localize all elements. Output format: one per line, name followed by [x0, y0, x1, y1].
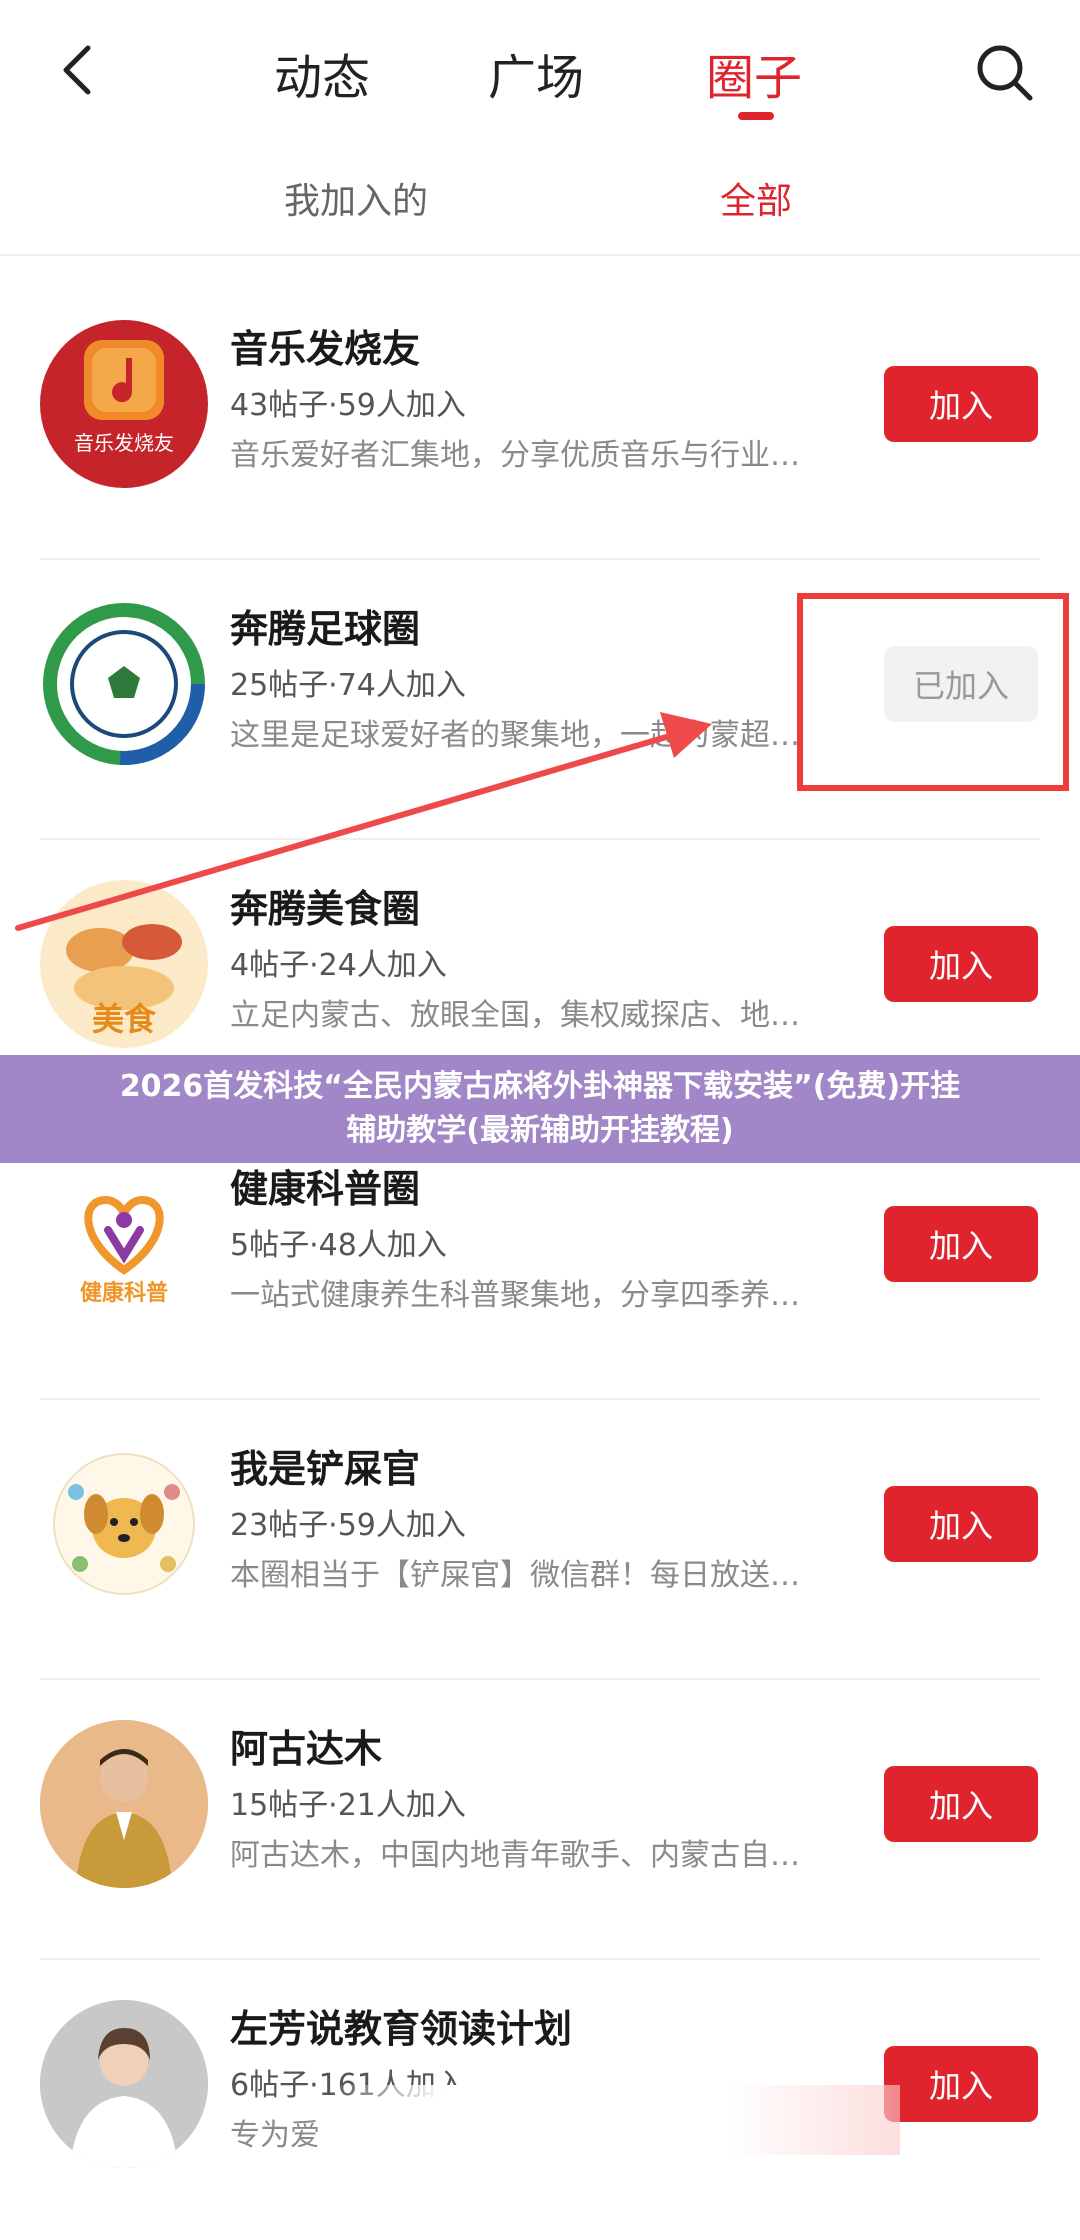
circle-stats: 15帖子·21人加入: [230, 1788, 466, 1823]
pet-dog-icon: [53, 1453, 195, 1595]
svg-text:音乐发烧友: 音乐发烧友: [74, 431, 174, 455]
banner-line-2: 辅助教学(最新辅助开挂教程): [346, 1113, 734, 1148]
circle-name: 健康科普圈: [230, 1167, 421, 1211]
circle-description: 阿古达木，中国内地青年歌手、内蒙古自…: [230, 1838, 800, 1873]
circle-stats: 25帖子·74人加入: [230, 668, 466, 703]
blur-overlay: [330, 2085, 900, 2155]
circle-description: 音乐爱好者汇集地，分享优质音乐与行业…: [230, 438, 800, 473]
subtab-joined[interactable]: 我加入的: [284, 172, 428, 224]
circle-description: 本圈相当于【铲屎官】微信群！每日放送…: [230, 1558, 800, 1593]
circle-name: 我是铲屎官: [230, 1447, 421, 1491]
circle-stats: 23帖子·59人加入: [230, 1508, 466, 1543]
person-photo-icon: [40, 1720, 208, 1888]
highlight-box: [797, 593, 1069, 791]
list-item[interactable]: 音乐发烧友 音乐发烧友 43帖子·59人加入 音乐爱好者汇集地，分享优质音乐与行…: [0, 280, 1080, 560]
circle-stats: 43帖子·59人加入: [230, 388, 466, 423]
join-button[interactable]: 加入: [884, 1206, 1038, 1282]
search-icon[interactable]: [972, 40, 1036, 104]
svg-text:健康科普: 健康科普: [80, 1280, 168, 1306]
avatar: [40, 1720, 208, 1888]
join-button[interactable]: 加入: [884, 1486, 1038, 1562]
banner-line-1: 2026首发科技“全民内蒙古麻将外卦神器下载安装”(免费)开挂: [119, 1069, 961, 1104]
top-bar: 动态 广场 圈子: [0, 0, 1080, 130]
circle-name: 阿古达木: [230, 1727, 383, 1771]
tab-dynamics[interactable]: 动态: [274, 38, 370, 108]
health-icon: 健康科普: [80, 1195, 168, 1306]
music-note-icon: 音乐发烧友: [74, 340, 174, 455]
promo-banner: 2026首发科技“全民内蒙古麻将外卦神器下载安装”(免费)开挂 辅助教学(最新辅…: [0, 1055, 1080, 1163]
active-tab-indicator: [738, 112, 774, 120]
circle-name: 左芳说教育领读计划: [230, 2007, 573, 2051]
header-divider: [0, 254, 1080, 256]
avatar: [40, 1440, 208, 1608]
person-photo-icon: [40, 2000, 208, 2168]
annotation-arrow-icon: [15, 712, 712, 931]
circle-name: 音乐发烧友: [230, 327, 421, 371]
list-item[interactable]: 我是铲屎官 23帖子·59人加入 本圈相当于【铲屎官】微信群！每日放送… 加入: [0, 1400, 1080, 1680]
avatar: 健康科普: [40, 1160, 208, 1328]
join-button[interactable]: 加入: [884, 2046, 1038, 2122]
circle-stats: 5帖子·48人加入: [230, 1228, 447, 1263]
list-item[interactable]: 阿古达木 15帖子·21人加入 阿古达木，中国内地青年歌手、内蒙古自… 加入: [0, 1680, 1080, 1960]
avatar: [40, 2000, 208, 2168]
circle-description: 立足内蒙古、放眼全国，集权威探店、地…: [230, 998, 800, 1033]
back-arrow-icon[interactable]: [50, 40, 110, 100]
circle-name: 奔腾足球圈: [230, 607, 421, 651]
join-button[interactable]: 加入: [884, 926, 1038, 1002]
tab-circles[interactable]: 圈子: [706, 38, 802, 108]
circle-description: 一站式健康养生科普聚集地，分享四季养…: [230, 1278, 800, 1313]
sub-tabs: 我加入的 全部: [0, 150, 1080, 254]
svg-text:美食: 美食: [92, 1000, 157, 1038]
circle-stats: 4帖子·24人加入: [230, 948, 447, 983]
tab-square[interactable]: 广场: [488, 38, 584, 108]
join-button[interactable]: 加入: [884, 366, 1038, 442]
subtab-all[interactable]: 全部: [720, 172, 792, 224]
avatar: 音乐发烧友: [40, 320, 208, 488]
join-button[interactable]: 加入: [884, 1766, 1038, 1842]
